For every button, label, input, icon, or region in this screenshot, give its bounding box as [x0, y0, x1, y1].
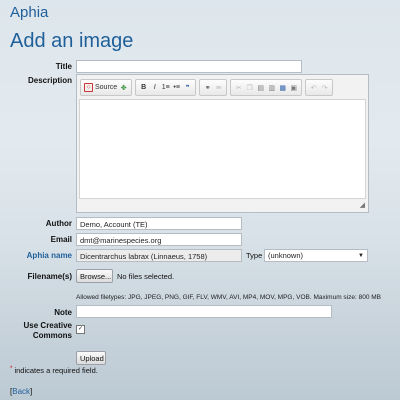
title-input[interactable]: [76, 60, 302, 73]
clipboard-group: ✂ ❐ ▤ ▥ ▦ ▣: [230, 79, 303, 96]
description-label: Description: [27, 76, 72, 85]
description-editor[interactable]: ◇ Source ✥ B I 1≡ •≡ ❞ ⚭ ⚮ ✂ ❐ ▤ ▥ ▦ ▣ ↶…: [76, 74, 369, 213]
copy-icon[interactable]: ❐: [245, 82, 254, 93]
author-label: Author: [45, 219, 72, 228]
type-label: Type: [246, 251, 263, 260]
link-icon[interactable]: ⚭: [203, 82, 212, 93]
paste-text-icon[interactable]: ▥: [267, 82, 276, 93]
undo-icon[interactable]: ↶: [309, 82, 318, 93]
paste-icon[interactable]: ▤: [256, 82, 265, 93]
app-name[interactable]: Aphia: [10, 4, 48, 21]
chevron-down-icon: ▼: [358, 252, 364, 259]
numbered-list-button[interactable]: 1≡: [161, 82, 170, 93]
editor-content-area[interactable]: [79, 99, 366, 199]
format-group: B I 1≡ •≡ ❞: [135, 79, 197, 96]
source-button-label: Source: [95, 84, 118, 91]
type-select-value: (unknown): [268, 250, 304, 260]
bold-button[interactable]: B: [139, 82, 148, 93]
author-input[interactable]: Demo, Account (TE): [76, 217, 242, 230]
type-select[interactable]: (unknown) ▼: [264, 249, 368, 262]
link-group: ⚭ ⚮: [199, 79, 228, 96]
email-label: Email: [50, 235, 72, 244]
bullet-list-button[interactable]: •≡: [172, 82, 181, 93]
unlink-icon[interactable]: ⚮: [214, 82, 223, 93]
required-note-text: indicates a required field.: [14, 366, 98, 375]
note-label: Note: [54, 308, 72, 317]
creative-commons-label-line2: Commons: [32, 331, 72, 340]
editor-toolbar: ◇ Source ✥ B I 1≡ •≡ ❞ ⚭ ⚮ ✂ ❐ ▤ ▥ ▦ ▣ ↶…: [80, 79, 334, 96]
select-all-icon[interactable]: ▣: [289, 82, 298, 93]
no-files-text: No files selected.: [117, 272, 175, 281]
note-input[interactable]: [76, 305, 332, 318]
aphia-name-label[interactable]: Aphia name: [10, 251, 72, 260]
page-title: Add an image: [10, 30, 134, 52]
aphia-name-input[interactable]: Dicentrarchus labrax (Linnaeus, 1758): [76, 249, 242, 262]
source-icon: ◇: [84, 83, 93, 92]
required-star: *: [10, 366, 13, 372]
cut-icon[interactable]: ✂: [234, 82, 243, 93]
source-group: ◇ Source ✥: [80, 79, 133, 96]
browse-button[interactable]: Browse...: [76, 269, 113, 283]
maximize-icon[interactable]: ✥: [119, 82, 128, 93]
email-input[interactable]: dmt@marinespecies.org: [76, 233, 242, 246]
creative-commons-label-line1: Use Creative: [23, 321, 72, 330]
back-nav: [Back]: [10, 387, 32, 396]
creative-commons-checkbox[interactable]: ✓: [76, 325, 85, 334]
paste-word-icon[interactable]: ▦: [278, 82, 287, 93]
back-bracket-close: ]: [30, 387, 33, 396]
history-group: ↶ ↷: [305, 79, 334, 96]
italic-button[interactable]: I: [150, 82, 159, 93]
upload-button[interactable]: Upload: [76, 351, 106, 365]
resize-handle-icon[interactable]: ◢: [360, 201, 365, 209]
title-label: Title: [55, 62, 72, 71]
blockquote-button[interactable]: ❞: [183, 82, 192, 93]
back-link[interactable]: Back: [12, 387, 30, 396]
redo-icon[interactable]: ↷: [320, 82, 329, 93]
filenames-label: Filename(s): [27, 272, 72, 281]
allowed-filetypes-text: Allowed filetypes: JPG, JPEG, PNG, GIF, …: [76, 294, 381, 301]
editor-footer: ◢: [79, 200, 366, 210]
source-button[interactable]: ◇ Source: [84, 82, 117, 93]
required-note: * indicates a required field.: [10, 366, 98, 375]
